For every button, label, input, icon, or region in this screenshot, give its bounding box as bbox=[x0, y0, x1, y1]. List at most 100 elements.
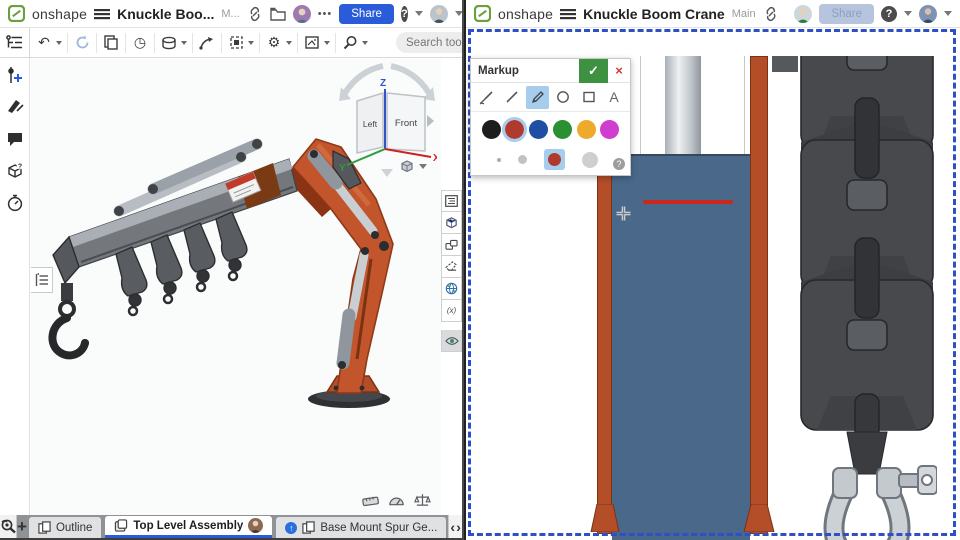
mate-icon[interactable] bbox=[198, 34, 216, 52]
measure-chevron-icon[interactable] bbox=[362, 40, 368, 45]
gears-icon[interactable]: ⚙ bbox=[265, 34, 283, 52]
tab-outline[interactable]: Outline bbox=[28, 517, 102, 538]
svg-text:Y: Y bbox=[339, 163, 346, 174]
material-globe-icon[interactable] bbox=[441, 278, 462, 300]
branch-label[interactable]: M... bbox=[221, 8, 239, 20]
gauge-icon[interactable] bbox=[388, 492, 405, 507]
pencil-tool-icon-selected[interactable] bbox=[526, 85, 550, 109]
collaborator-avatar[interactable] bbox=[794, 4, 813, 23]
measure-icon[interactable] bbox=[341, 34, 359, 52]
link-icon[interactable] bbox=[763, 6, 779, 22]
select-group-icon[interactable] bbox=[227, 34, 245, 52]
named-views-eye-icon[interactable] bbox=[441, 330, 462, 352]
collaborator-avatar[interactable] bbox=[292, 4, 311, 23]
help-icon[interactable]: ? bbox=[400, 5, 408, 22]
crane-column-panel bbox=[612, 154, 750, 540]
more-menu[interactable]: ••• bbox=[318, 8, 333, 20]
insert-chevron-icon[interactable] bbox=[181, 40, 187, 45]
right-panel-rail: (x) bbox=[441, 58, 462, 515]
right-3d-viewport[interactable]: .rail-foot{position:absolute;bottom:8px;… bbox=[466, 28, 960, 540]
search-in-document-icon[interactable] bbox=[0, 515, 17, 538]
search-tools-input[interactable] bbox=[396, 32, 462, 53]
color-yellow[interactable] bbox=[576, 119, 596, 139]
drawing-icon[interactable] bbox=[303, 34, 321, 52]
hamburger-menu-icon[interactable] bbox=[94, 6, 111, 22]
size-xlarge[interactable] bbox=[582, 151, 598, 168]
view-options-button[interactable] bbox=[399, 159, 427, 174]
tab-status-icon: ↑ bbox=[285, 521, 298, 534]
chain-anchor-cap bbox=[772, 56, 798, 72]
drawing-chevron-icon[interactable] bbox=[324, 40, 330, 45]
prev-tabs-button[interactable]: ‹ bbox=[450, 519, 455, 535]
share-button-disabled: Share bbox=[819, 3, 874, 24]
mass-scale-icon[interactable] bbox=[414, 492, 431, 507]
color-magenta[interactable] bbox=[600, 119, 620, 139]
history-icon[interactable]: ◷ bbox=[131, 34, 149, 52]
refresh-icon[interactable] bbox=[73, 34, 91, 52]
right-header: onshape Knuckle Boom Crane Main Share ? bbox=[466, 0, 960, 28]
size-large-selected[interactable] bbox=[544, 149, 565, 170]
markup-help-icon[interactable]: ? bbox=[613, 158, 625, 170]
markup-confirm-button[interactable]: ✓ bbox=[579, 58, 608, 83]
tab-doc-icon bbox=[302, 521, 315, 534]
part-help-icon[interactable]: ? bbox=[6, 162, 24, 180]
size-small[interactable] bbox=[497, 157, 501, 162]
size-medium[interactable] bbox=[518, 155, 527, 164]
user-menu-chevron-icon[interactable] bbox=[454, 11, 462, 16]
hamburger-menu-icon[interactable] bbox=[560, 6, 577, 22]
history-stopwatch-icon[interactable] bbox=[6, 194, 24, 212]
tab-top-level-assembly[interactable]: Top Level Assembly bbox=[105, 516, 273, 538]
help-icon[interactable]: ? bbox=[881, 5, 897, 22]
parts-panel-icon[interactable] bbox=[441, 234, 462, 256]
text-tool-icon[interactable]: A bbox=[603, 86, 626, 109]
eraser-panel-icon[interactable] bbox=[441, 256, 462, 278]
ruler-icon[interactable] bbox=[362, 492, 379, 507]
share-button[interactable]: Share bbox=[339, 3, 394, 24]
instances-flyout-handle[interactable] bbox=[31, 267, 53, 293]
undo-icon[interactable]: ↶ bbox=[35, 34, 53, 52]
gears-chevron-icon[interactable] bbox=[286, 40, 292, 45]
left-3d-viewport[interactable]: Z Y X Left Front bbox=[31, 59, 441, 515]
insert-part-icon[interactable] bbox=[160, 34, 178, 52]
user-avatar[interactable] bbox=[919, 4, 937, 23]
document-title[interactable]: Knuckle Boom Crane bbox=[583, 6, 725, 22]
user-menu-chevron-icon[interactable] bbox=[944, 11, 952, 16]
structure-tree-icon[interactable] bbox=[0, 27, 30, 58]
color-red-selected[interactable] bbox=[502, 116, 528, 142]
variables-icon[interactable] bbox=[6, 66, 24, 84]
configurations-icon[interactable]: (x) bbox=[441, 300, 462, 322]
markup-close-button[interactable]: × bbox=[608, 59, 630, 83]
tab-avatar bbox=[248, 518, 264, 533]
next-tabs-button[interactable]: › bbox=[456, 519, 461, 535]
color-green[interactable] bbox=[552, 119, 572, 139]
paste-icon[interactable] bbox=[102, 34, 120, 52]
help-chevron-icon[interactable] bbox=[904, 11, 912, 16]
feature-list-panel-icon[interactable] bbox=[441, 190, 462, 212]
rectangle-tool-icon[interactable] bbox=[577, 86, 600, 109]
markup-panel: Markup ✓ × A ? bbox=[470, 58, 631, 176]
left-feature-rail: ? bbox=[0, 58, 30, 515]
bom-panel-icon[interactable] bbox=[441, 212, 462, 234]
select-chevron-icon[interactable] bbox=[248, 40, 254, 45]
link-icon[interactable] bbox=[247, 6, 263, 22]
ellipse-tool-icon[interactable] bbox=[552, 86, 575, 109]
tab-base-mount-spur-gear[interactable]: ↑ Base Mount Spur Ge... bbox=[276, 517, 447, 538]
markup-red-line bbox=[643, 200, 733, 204]
appearance-icon[interactable] bbox=[6, 98, 24, 116]
folder-icon[interactable] bbox=[270, 6, 286, 22]
undo-chevron-icon[interactable] bbox=[56, 40, 62, 45]
color-black[interactable] bbox=[481, 119, 501, 139]
freehand-tool-icon[interactable] bbox=[475, 86, 498, 109]
line-tool-icon[interactable] bbox=[501, 86, 524, 109]
branch-label[interactable]: Main bbox=[732, 8, 756, 20]
markup-tools-row: A bbox=[471, 83, 630, 112]
left-header: onshape Knuckle Boo... M... ••• Share ? bbox=[0, 0, 462, 28]
comment-icon[interactable] bbox=[6, 130, 24, 148]
add-tab-button[interactable]: + bbox=[17, 515, 27, 538]
color-blue[interactable] bbox=[529, 119, 549, 139]
document-title[interactable]: Knuckle Boo... bbox=[117, 6, 214, 22]
help-chevron-icon[interactable] bbox=[414, 11, 423, 16]
assembly-toolbar: ↶ ◷ ⚙ bbox=[0, 27, 462, 58]
user-avatar[interactable] bbox=[429, 4, 448, 23]
app-name: onshape bbox=[498, 5, 554, 22]
